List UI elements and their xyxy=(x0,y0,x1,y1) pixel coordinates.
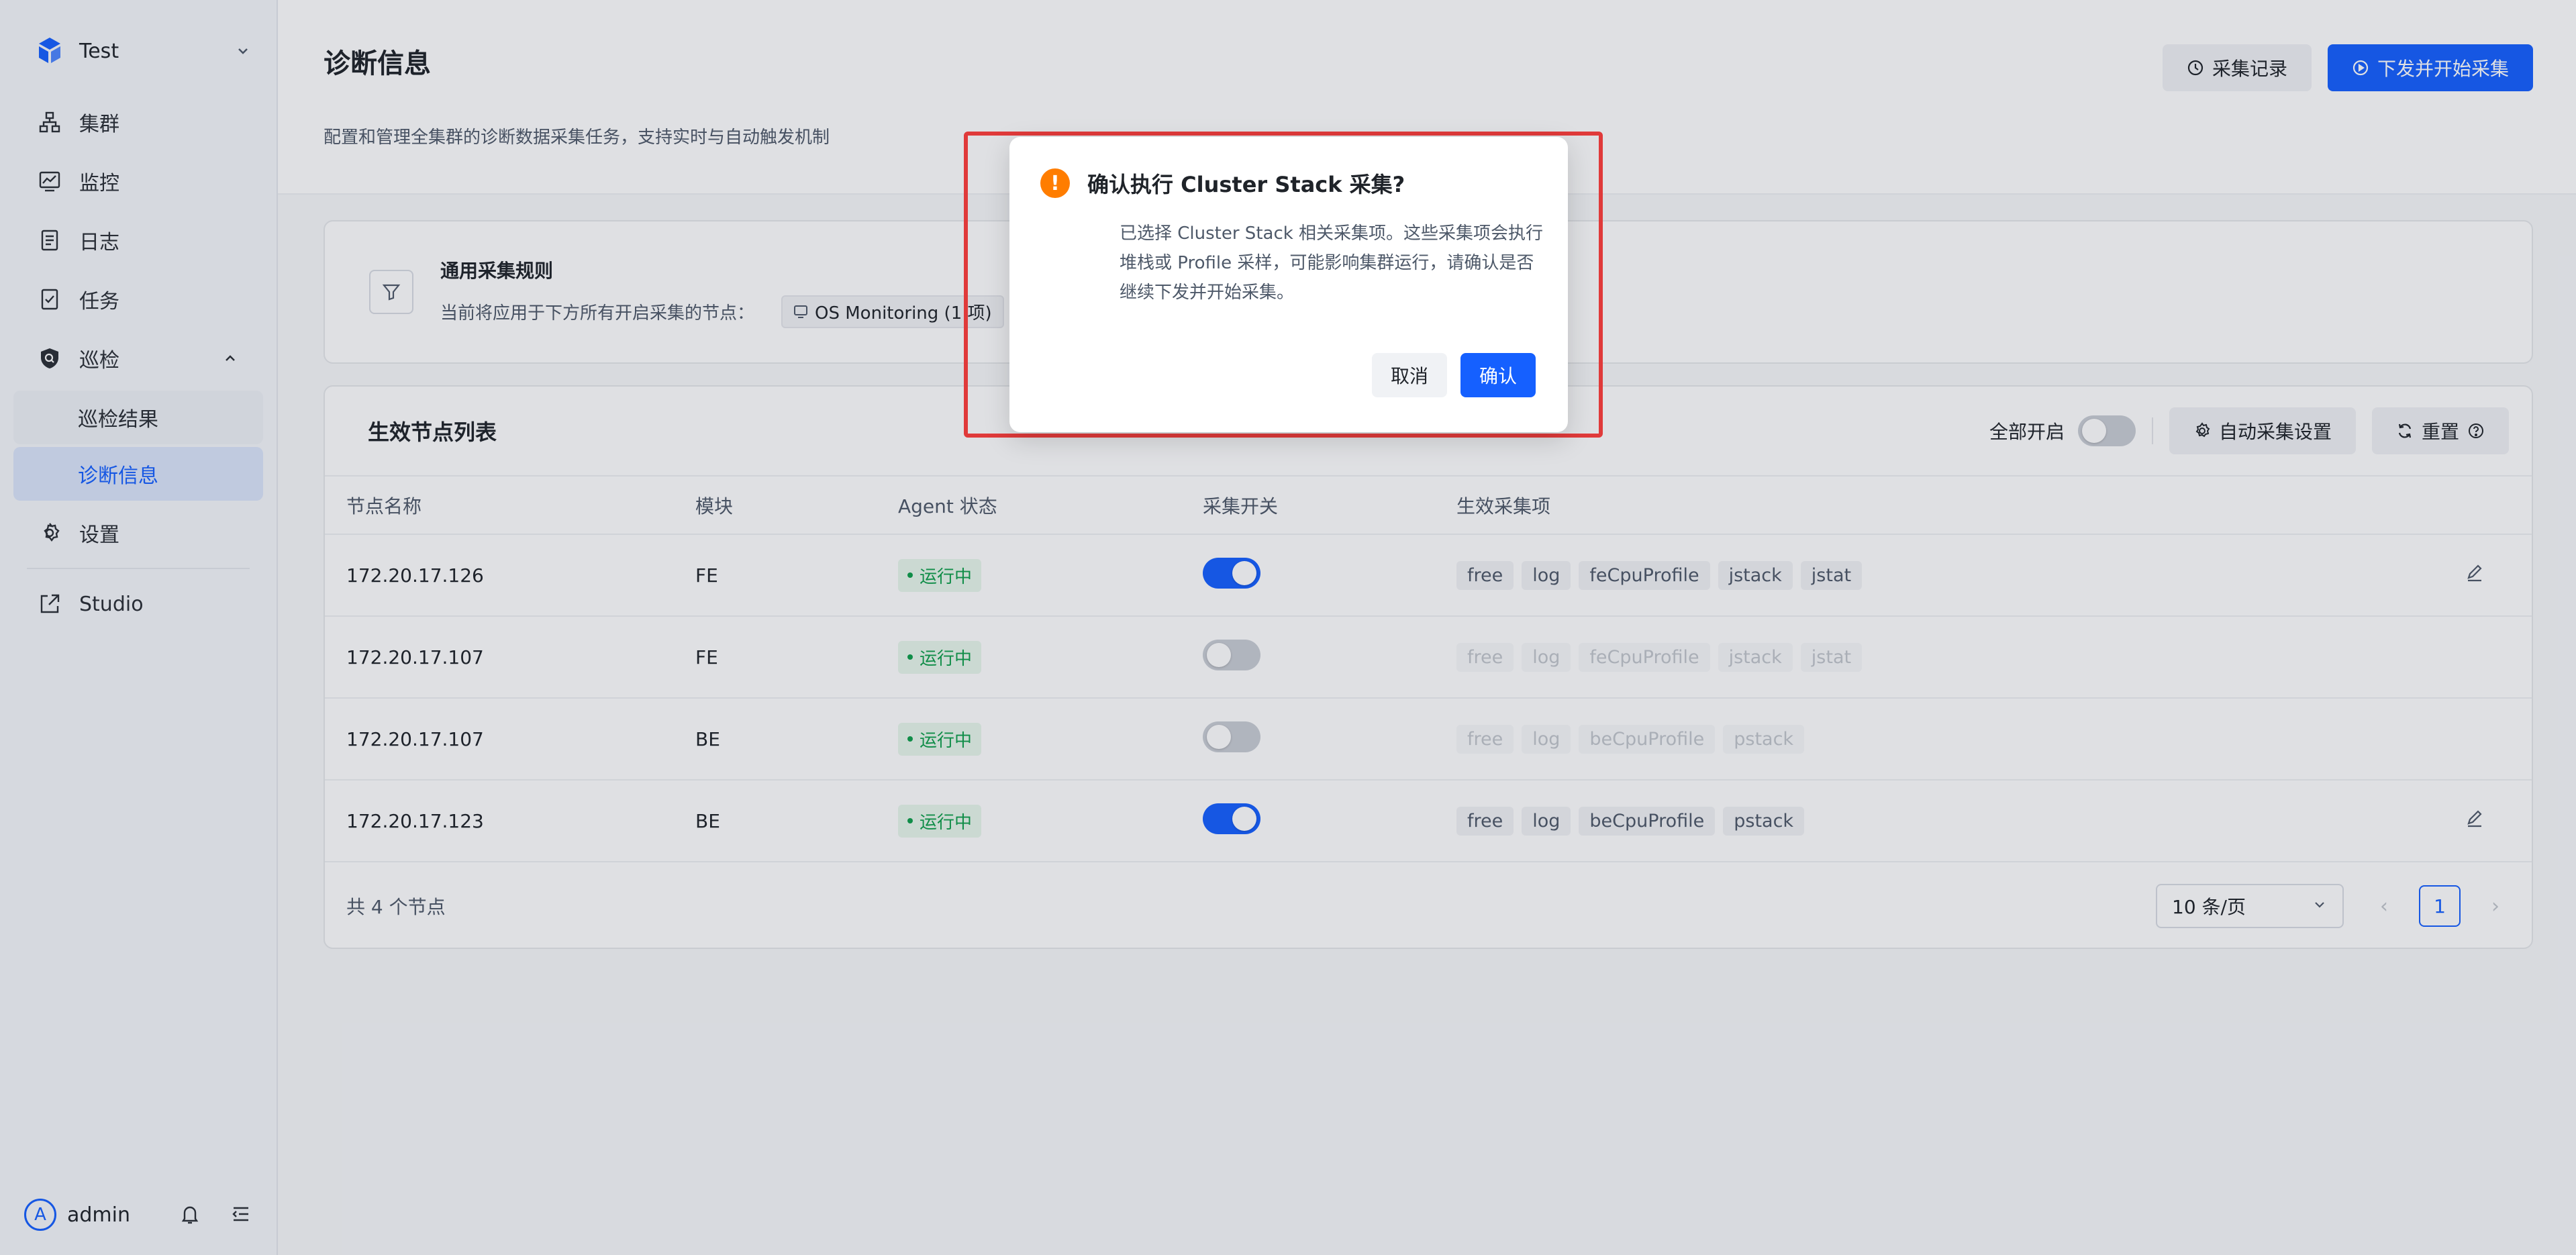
dialog-body: 已选择 Cluster Stack 相关采集项。这些采集项会执行堆栈或 Prof… xyxy=(1120,223,1544,303)
confirm-dialog: ! 确认执行 Cluster Stack 采集? 已选择 Cluster Sta… xyxy=(1009,137,1568,432)
warning-icon: ! xyxy=(1040,168,1070,198)
dialog-header: ! 确认执行 Cluster Stack 采集? xyxy=(1040,168,1536,199)
cancel-button[interactable]: 取消 xyxy=(1371,353,1447,397)
dialog-actions: 取消 确认 xyxy=(1371,353,1536,397)
dialog-title: 确认执行 Cluster Stack 采集? xyxy=(1087,172,1405,197)
confirm-button[interactable]: 确认 xyxy=(1460,353,1536,397)
